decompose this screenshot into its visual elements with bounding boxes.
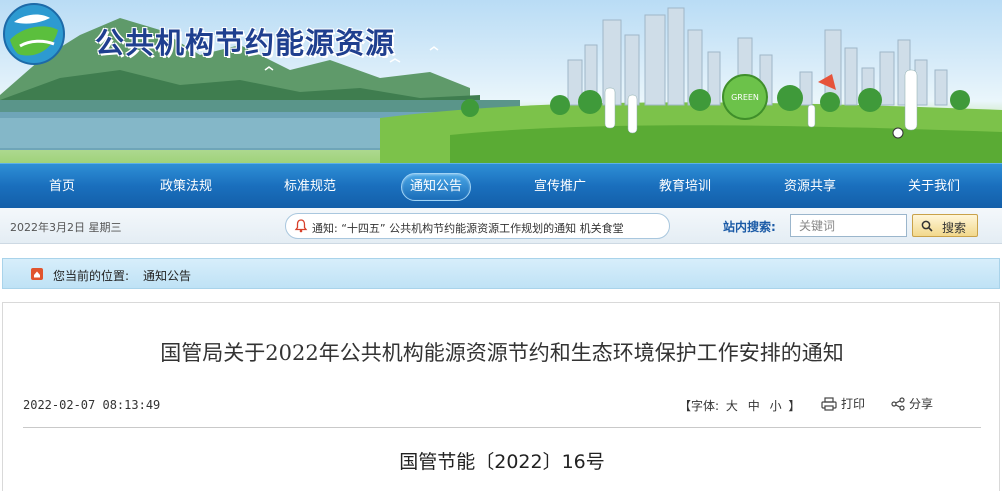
search-button[interactable]: 搜索: [912, 214, 978, 237]
green-sign-text: GREEN: [731, 93, 759, 102]
notice-ticker[interactable]: 通知: “十四五” 公共机构节约能源资源工作规划的通知 机关食堂: [285, 213, 670, 239]
info-bar: 2022年3月2日 星期三 通知: “十四五” 公共机构节约能源资源工作规划的通…: [0, 208, 1002, 244]
divider: [23, 427, 981, 428]
nav-item-training[interactable]: 教育培训: [623, 164, 747, 209]
search-button-label: 搜索: [942, 221, 967, 235]
nav-item-label: 通知公告: [400, 173, 471, 201]
share-label: 分享: [909, 397, 934, 411]
nav-item-label: 标准规范: [283, 179, 336, 194]
nav-item-home[interactable]: 首页: [0, 164, 124, 209]
nav-item-notices[interactable]: 通知公告: [374, 164, 498, 209]
print-button[interactable]: 打印: [821, 395, 865, 412]
share-button[interactable]: 分享: [891, 395, 933, 412]
search-label: 站内搜索:: [723, 220, 776, 234]
home-icon: [31, 268, 43, 280]
nav-item-label: 政策法规: [159, 179, 212, 194]
breadcrumb-label: 您当前的位置:: [53, 269, 130, 283]
nav-item-standards[interactable]: 标准规范: [248, 164, 372, 209]
header-banner: GREEN 公共机构节约能源资源: [0, 0, 1002, 163]
search-input[interactable]: [790, 214, 907, 237]
current-date: 2022年3月2日 星期三: [10, 221, 122, 234]
print-label: 打印: [841, 397, 866, 411]
bell-icon: [294, 219, 308, 233]
nav-item-label: 关于我们: [907, 179, 960, 194]
nav-item-label: 首页: [48, 179, 75, 194]
site-title: 公共机构节约能源资源: [95, 26, 396, 60]
document-number: 国管节能〔2022〕16号: [399, 451, 605, 473]
main-nav: 首页 政策法规 标准规范 通知公告 宣传推广 教育培训 资源共享 关于我们: [0, 163, 1002, 208]
nav-item-publicity[interactable]: 宣传推广: [498, 164, 622, 209]
nav-item-label: 资源共享: [783, 179, 836, 194]
breadcrumb-current[interactable]: 通知公告: [143, 267, 191, 284]
article-datetime: 2022-02-07 08:13:49: [23, 398, 161, 412]
nav-item-policy[interactable]: 政策法规: [124, 164, 248, 209]
share-icon: [891, 397, 905, 411]
article: 国管局关于2022年公共机构能源资源节约和生态环境保护工作安排的通知 2022-…: [2, 302, 1000, 491]
search-icon: [921, 220, 933, 232]
printer-icon: [821, 397, 837, 411]
article-title: 国管局关于2022年公共机构能源资源节约和生态环境保护工作安排的通知: [160, 341, 844, 365]
font-size-control: 【字体: 大 中 小 】: [679, 397, 800, 414]
notice-text[interactable]: 通知: “十四五” 公共机构节约能源资源工作规划的通知 机关食堂: [312, 220, 624, 236]
nav-item-label: 宣传推广: [533, 179, 586, 194]
breadcrumb: 您当前的位置: 通知公告: [2, 258, 1000, 289]
globe-leaf-logo-icon: [3, 3, 65, 65]
font-size-label: 【字体:: [679, 399, 720, 413]
nav-item-about[interactable]: 关于我们: [872, 164, 996, 209]
font-size-large[interactable]: 大: [726, 399, 738, 413]
font-size-medium[interactable]: 中: [748, 399, 760, 413]
font-size-small[interactable]: 小: [770, 399, 782, 413]
nav-item-label: 教育培训: [658, 179, 711, 194]
nav-item-resources[interactable]: 资源共享: [748, 164, 872, 209]
font-size-close: 】: [788, 399, 801, 413]
